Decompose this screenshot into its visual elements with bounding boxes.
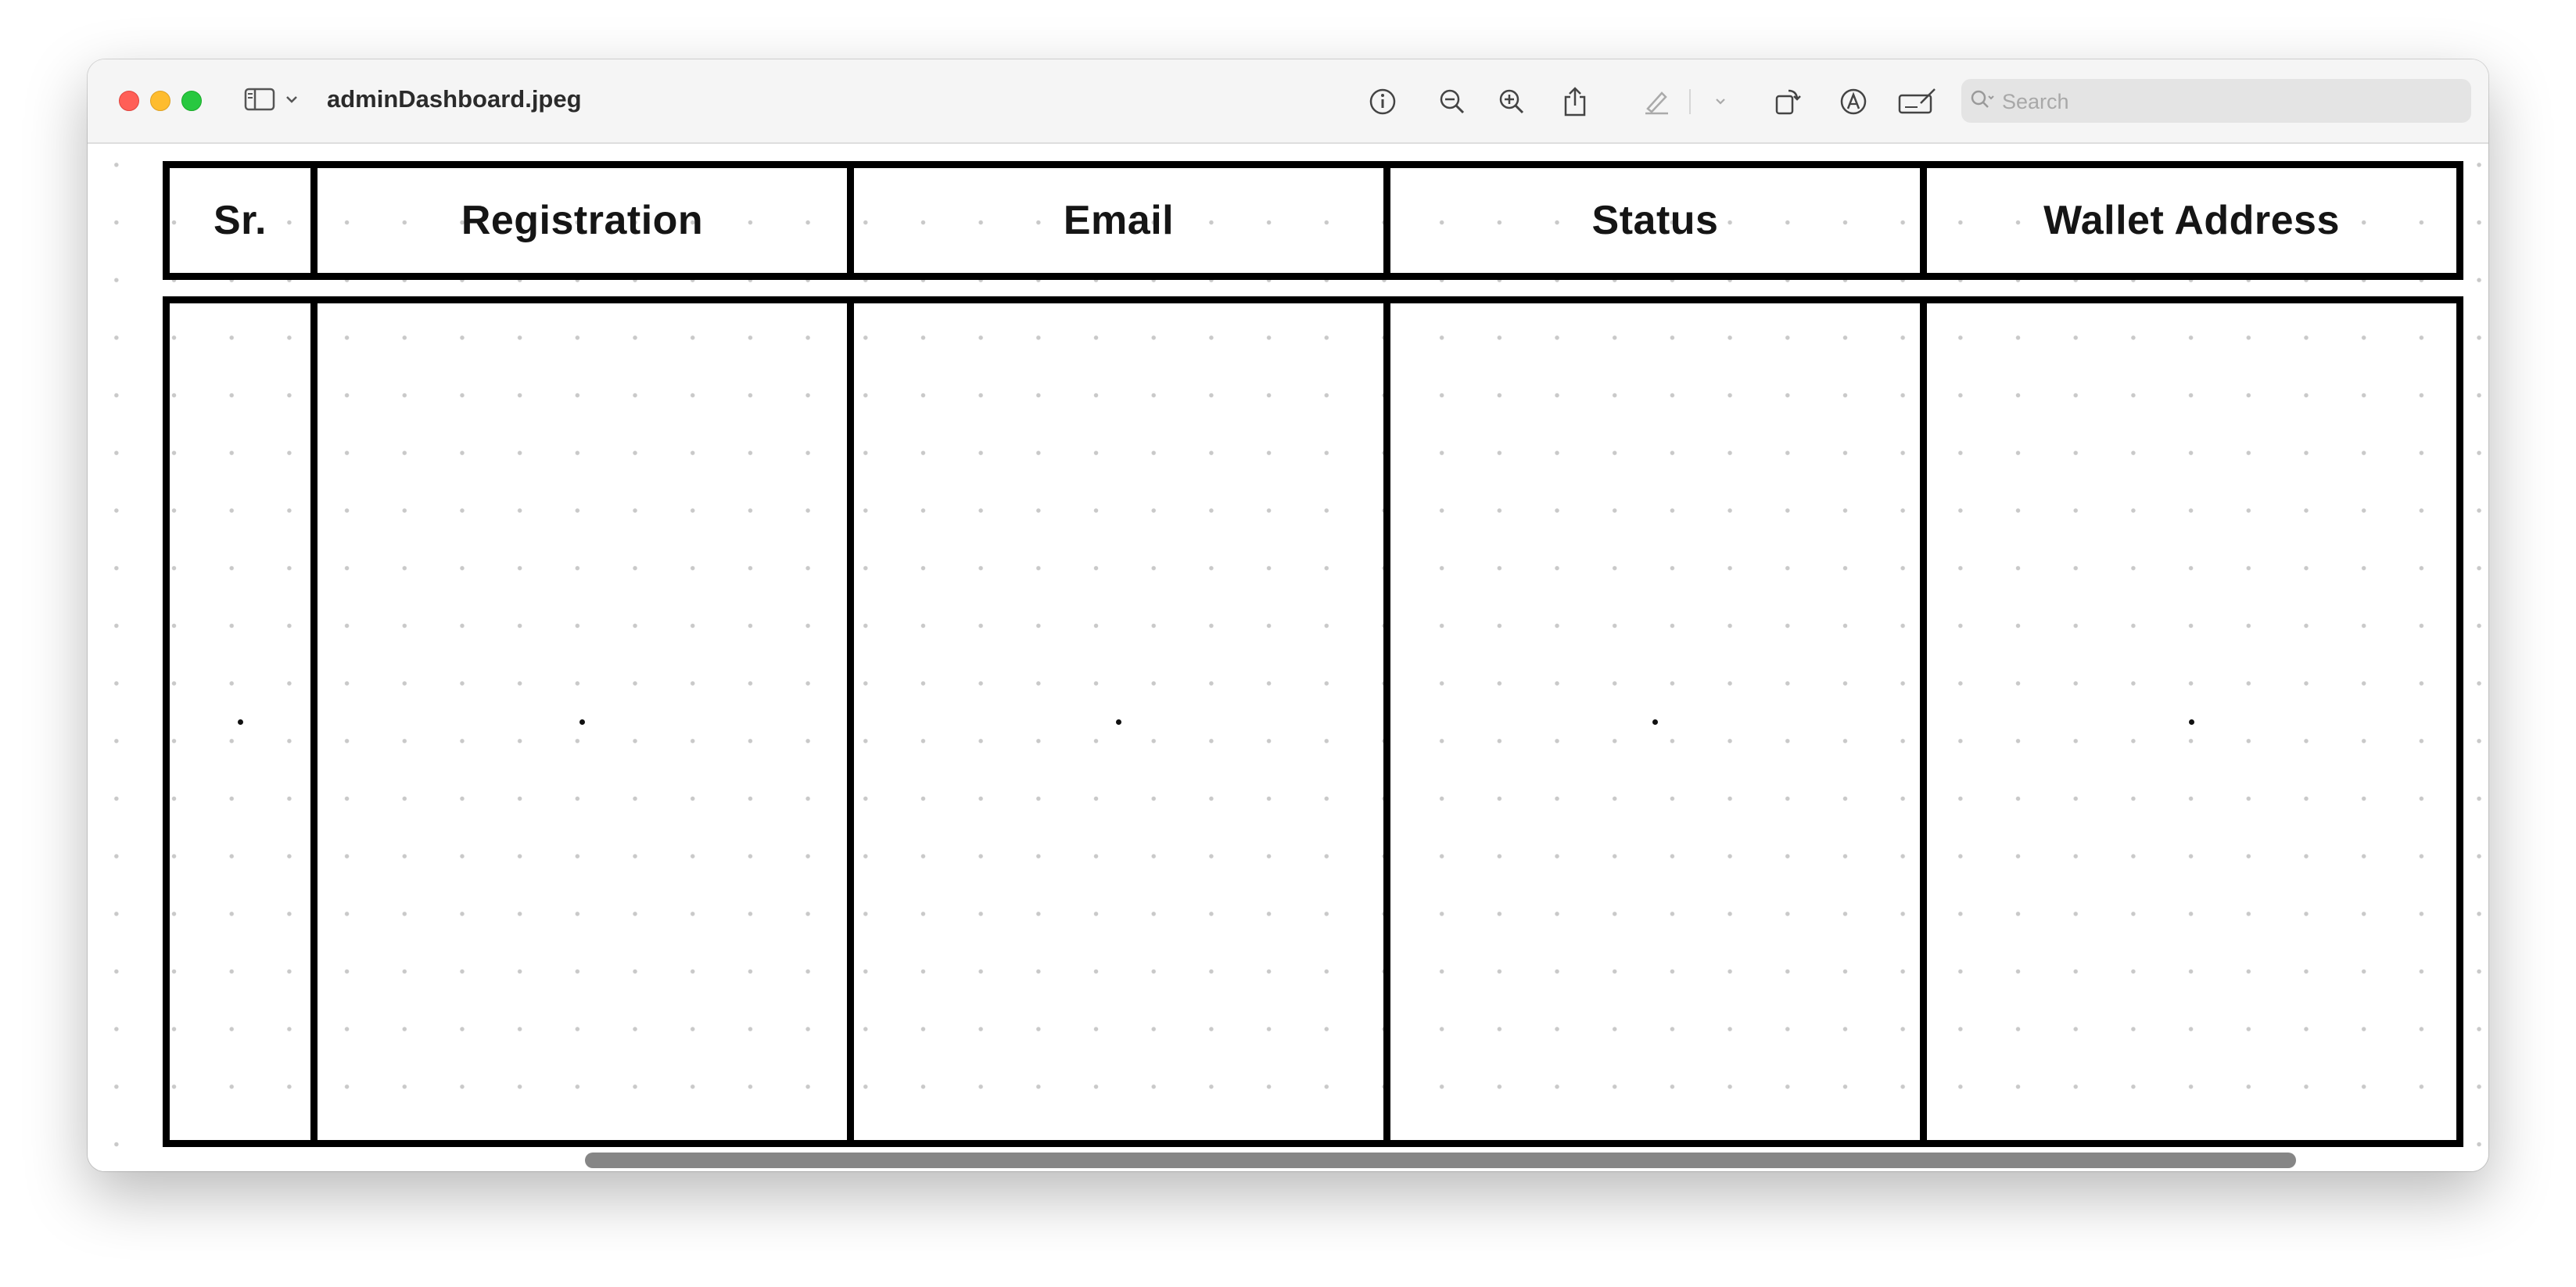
preview-window: adminDashboard.jpeg Search Sr. Registrat… — [88, 59, 2488, 1171]
search-input[interactable] — [2000, 79, 2465, 124]
body-cell-sr — [170, 303, 310, 1140]
chevron-down-icon — [1714, 97, 1727, 106]
zoom-out-button[interactable] — [1433, 83, 1471, 120]
zoom-in-button[interactable] — [1493, 83, 1530, 120]
header-label: Status — [1591, 198, 1719, 243]
header-label: Wallet Address — [2043, 198, 2340, 243]
header-cell-registration: Registration — [310, 168, 847, 273]
chevron-down-icon — [285, 94, 299, 108]
header-cell-status: Status — [1383, 168, 1920, 273]
header-cell-wallet-address: Wallet Address — [1920, 168, 2456, 273]
placeholder-dot — [237, 719, 243, 725]
header-label: Sr. — [213, 198, 267, 243]
horizontal-scrollbar[interactable] — [88, 1148, 2488, 1171]
signature-icon — [1897, 86, 1938, 117]
document-title: adminDashboard.jpeg — [327, 85, 582, 113]
document-canvas: Sr. Registration Email Status Wallet Add… — [88, 144, 2488, 1171]
close-button[interactable] — [119, 91, 139, 111]
body-cell-wallet-address — [1920, 303, 2456, 1140]
info-button[interactable] — [1364, 83, 1401, 120]
body-cell-registration — [310, 303, 847, 1140]
placeholder-dot — [2189, 719, 2194, 725]
search-field[interactable] — [1961, 79, 2471, 124]
info-icon — [1369, 88, 1397, 116]
highlight-menu-button[interactable] — [1702, 83, 1739, 120]
header-cell-sr: Sr. — [170, 168, 310, 273]
zoom-out-icon — [1438, 88, 1466, 116]
body-cell-email — [847, 303, 1383, 1140]
search-icon — [1969, 88, 1996, 116]
highlight-button[interactable] — [1638, 83, 1675, 120]
highlight-pen-icon — [1641, 87, 1671, 117]
title-bar: adminDashboard.jpeg — [88, 59, 2488, 144]
rotate-icon — [1773, 87, 1803, 117]
markup-button[interactable] — [1835, 83, 1872, 120]
body-cell-status — [1383, 303, 1920, 1140]
signature-button[interactable] — [1894, 83, 1941, 120]
scrollbar-thumb[interactable] — [585, 1153, 2296, 1168]
table-header-row: Sr. Registration Email Status Wallet Add… — [163, 161, 2463, 280]
zoom-in-icon — [1498, 88, 1526, 116]
minimize-button[interactable] — [150, 91, 170, 111]
toolbar-divider — [1689, 89, 1691, 114]
table-body — [163, 296, 2463, 1147]
share-button[interactable] — [1556, 83, 1594, 120]
header-label: Registration — [461, 198, 704, 243]
sidebar-toggle-button[interactable] — [244, 88, 303, 114]
sidebar-icon — [244, 88, 275, 115]
markup-icon — [1839, 88, 1867, 116]
rotate-button[interactable] — [1769, 83, 1806, 120]
header-cell-email: Email — [847, 168, 1383, 273]
share-icon — [1562, 86, 1588, 117]
placeholder-dot — [1116, 719, 1121, 725]
placeholder-dot — [1652, 719, 1658, 725]
placeholder-dot — [579, 719, 585, 725]
maximize-button[interactable] — [181, 91, 202, 111]
header-label: Email — [1063, 198, 1175, 243]
